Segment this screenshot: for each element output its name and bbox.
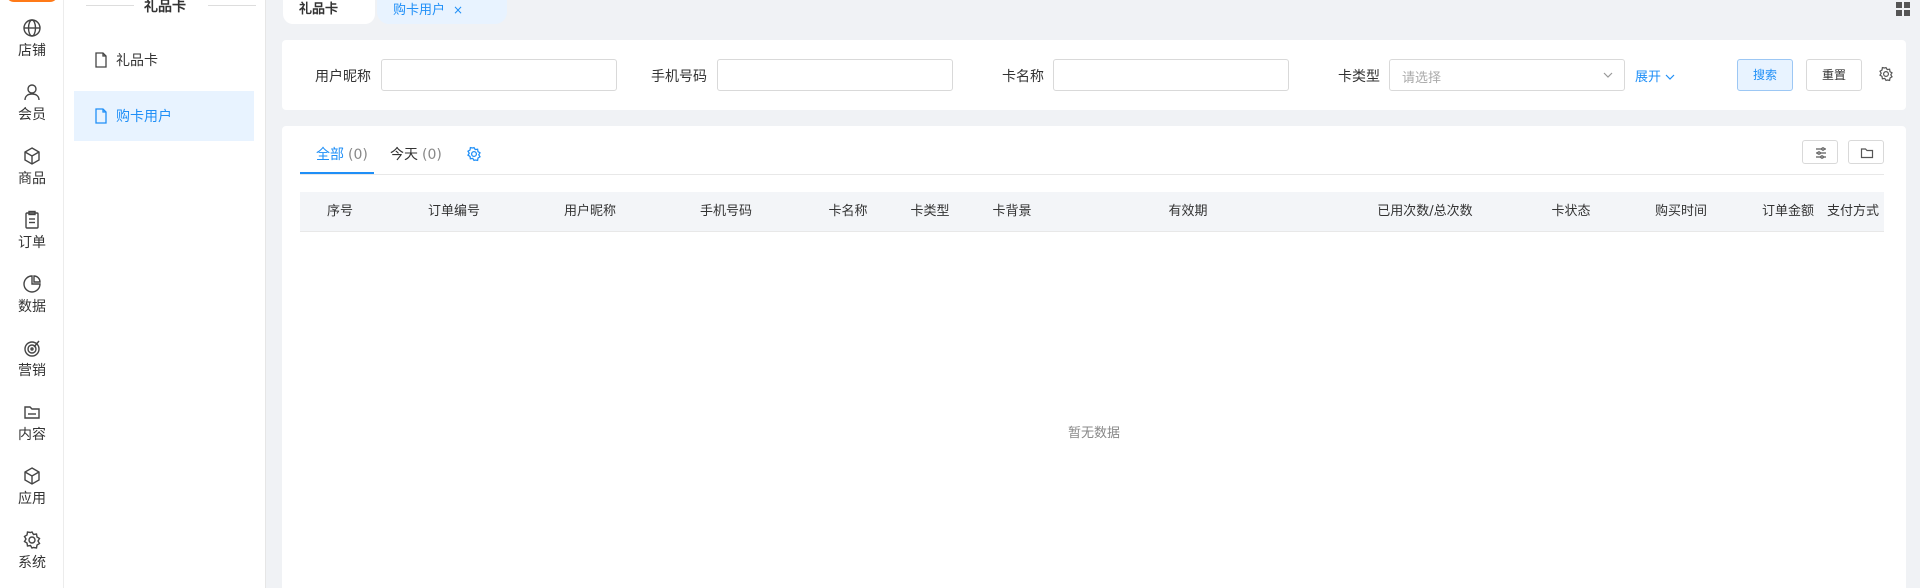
nav-item-content[interactable]: 内容 <box>0 402 64 458</box>
user-icon <box>24 84 40 101</box>
column-header[interactable]: 有效期 <box>1060 192 1316 232</box>
submenu-title: 礼品卡 <box>64 0 266 16</box>
search-panel: 用户昵称 手机号码 卡名称 卡类型 请选择 展开 搜索 重置 <box>282 40 1906 110</box>
folder-icon <box>24 406 40 419</box>
empty-state-text: 暂无数据 <box>1067 426 1120 441</box>
nav-label: 订单 <box>18 235 46 251</box>
column-header[interactable]: 购买时间 <box>1608 192 1754 232</box>
chevron-down-icon <box>1665 74 1675 80</box>
nav-item-system[interactable]: 系统 <box>0 530 64 586</box>
table-header: 序号 订单编号 用户昵称 手机号码 卡名称 卡类型 卡背景 有效期 已用次数/总… <box>300 192 1884 232</box>
tab-label: 购卡用户 <box>393 3 446 18</box>
column-header[interactable]: 支付方式 <box>1822 192 1884 232</box>
store-globe-icon <box>23 19 41 37</box>
nickname-label: 用户昵称 <box>315 69 371 85</box>
column-header[interactable]: 卡类型 <box>896 192 964 232</box>
logo <box>6 0 58 2</box>
cube-icon <box>24 467 40 485</box>
column-header[interactable]: 用户昵称 <box>528 192 652 232</box>
sliders-icon <box>1816 147 1826 159</box>
target-icon <box>24 340 40 357</box>
card-name-input[interactable] <box>1053 59 1289 91</box>
nav-label: 应用 <box>18 491 46 507</box>
gear-icon[interactable] <box>1878 66 1894 82</box>
select-placeholder: 请选择 <box>1402 71 1442 86</box>
card-type-select[interactable]: 请选择 <box>1389 59 1625 91</box>
page-tabs-bar: 礼品卡 购卡用户 × <box>267 0 1920 24</box>
tab-label: 礼品卡 <box>299 2 339 17</box>
column-settings-button[interactable] <box>1802 140 1838 164</box>
nav-label: 店铺 <box>18 43 46 59</box>
submenu-item-label: 礼品卡 <box>116 53 158 69</box>
expand-label: 展开 <box>1635 70 1662 85</box>
column-header[interactable]: 订单金额 <box>1754 192 1822 232</box>
pie-chart-icon <box>23 275 41 293</box>
nav-item-apps[interactable]: 应用 <box>0 466 64 522</box>
nav-label: 会员 <box>18 107 46 123</box>
table-panel: 全部 (0) 今天 (0) 序号 订单编号 用户昵称 手机号码 卡名称 卡类型 卡背… <box>282 126 1906 588</box>
card-name-label: 卡名称 <box>1002 69 1044 85</box>
search-button[interactable]: 搜索 <box>1737 59 1793 91</box>
nav-label: 内容 <box>18 427 46 443</box>
nav-label: 系统 <box>18 555 46 571</box>
clipboard-icon <box>25 210 39 229</box>
nav-label: 营销 <box>18 363 46 379</box>
document-icon <box>95 108 107 124</box>
nav-item-goods[interactable]: 商品 <box>0 146 64 202</box>
grid-icon[interactable] <box>1896 2 1910 16</box>
document-icon <box>95 52 107 68</box>
submenu-item-card-buyers[interactable]: 购卡用户 <box>74 91 254 141</box>
reset-button[interactable]: 重置 <box>1806 59 1862 91</box>
main-nav: 店铺 会员 商品 订单 数据 营销 内容 应用 系统 <box>0 0 64 588</box>
phone-label: 手机号码 <box>651 69 707 85</box>
nickname-input[interactable] <box>381 59 617 91</box>
nav-label: 商品 <box>18 171 46 187</box>
gear-icon <box>23 531 41 549</box>
card-type-label: 卡类型 <box>1338 69 1380 85</box>
phone-input[interactable] <box>717 59 953 91</box>
box-icon <box>24 147 40 165</box>
nav-item-data[interactable]: 数据 <box>0 274 64 330</box>
nav-label: 数据 <box>18 299 46 315</box>
export-button[interactable] <box>1848 140 1884 164</box>
gear-icon[interactable] <box>466 146 482 162</box>
expand-link[interactable]: 展开 <box>1635 66 1675 85</box>
folder-icon <box>1860 148 1874 159</box>
nav-item-store[interactable]: 店铺 <box>0 18 64 74</box>
page-tab-card-buyers[interactable]: 购卡用户 × <box>377 0 507 24</box>
tab-all[interactable]: 全部 (0) <box>316 144 368 164</box>
sub-menu: 礼品卡 礼品卡 购卡用户 <box>64 0 266 588</box>
tab-today[interactable]: 今天 (0) <box>390 144 442 164</box>
tabs-divider <box>300 174 1884 175</box>
submenu-item-label: 购卡用户 <box>116 109 172 125</box>
tab-count: (0) <box>422 147 442 163</box>
chevron-down-icon <box>1603 72 1613 78</box>
tab-count: (0) <box>348 147 368 163</box>
column-header[interactable]: 序号 <box>300 192 380 232</box>
column-header[interactable]: 已用次数/总次数 <box>1316 192 1534 232</box>
nav-item-order[interactable]: 订单 <box>0 210 64 266</box>
nav-item-member[interactable]: 会员 <box>0 82 64 138</box>
page-tab-gift-card[interactable]: 礼品卡 <box>283 0 375 24</box>
column-header[interactable]: 订单编号 <box>380 192 528 232</box>
column-header[interactable]: 手机号码 <box>652 192 800 232</box>
tab-label: 今天 <box>390 147 418 163</box>
column-header[interactable]: 卡背景 <box>964 192 1060 232</box>
column-header[interactable]: 卡状态 <box>1534 192 1608 232</box>
tab-label: 全部 <box>316 147 344 163</box>
column-header[interactable]: 卡名称 <box>800 192 896 232</box>
nav-item-marketing[interactable]: 营销 <box>0 338 64 394</box>
close-icon[interactable]: × <box>453 3 463 17</box>
submenu-item-gift-card[interactable]: 礼品卡 <box>74 35 254 85</box>
